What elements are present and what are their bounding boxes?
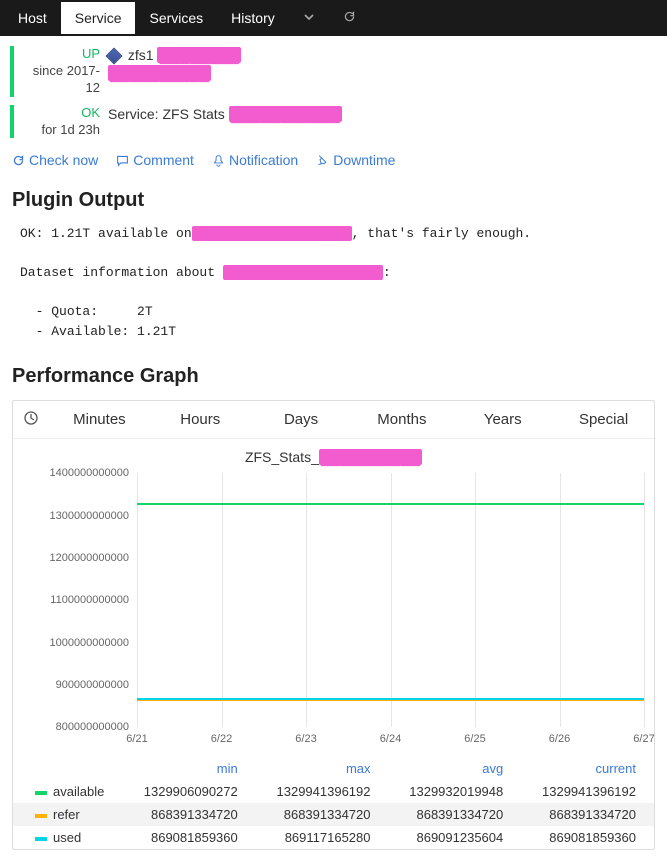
tab-services[interactable]: Services xyxy=(135,2,217,34)
range-years[interactable]: Years xyxy=(452,401,553,438)
y-axis: 8000000000009000000000001000000000000110… xyxy=(23,473,133,727)
col-current: current xyxy=(521,757,654,780)
x-tick-label: 6/27 xyxy=(633,733,654,745)
grid-line xyxy=(644,473,645,727)
series-name: used xyxy=(13,826,123,849)
y-tick-label: 1100000000000 xyxy=(50,594,129,606)
series-line-available xyxy=(137,503,644,505)
stat-value: 1329906090272 xyxy=(123,780,256,803)
graph-range-tabs: Minutes Hours Days Months Years Special xyxy=(13,401,654,439)
stat-value: 1329941396192 xyxy=(521,780,654,803)
chart-area: 800000000000 900000000000 1000000000000 110… xyxy=(23,473,644,753)
legend-swatch xyxy=(35,814,47,818)
service-duration: for 1d 23h xyxy=(22,122,100,139)
x-tick-label: 6/23 xyxy=(295,733,316,745)
chevron-down-icon[interactable] xyxy=(289,2,329,34)
redacted-text: ███████████ xyxy=(229,106,342,122)
performance-graph-heading: Performance Graph xyxy=(0,355,667,396)
col-min: min xyxy=(123,757,256,780)
tab-history[interactable]: History xyxy=(217,2,289,34)
y-tick-label: 1200000000000 xyxy=(49,552,129,564)
legend-swatch xyxy=(35,791,47,795)
col-avg: avg xyxy=(389,757,522,780)
grid-line xyxy=(560,473,561,727)
grid-line xyxy=(475,473,476,727)
range-minutes[interactable]: Minutes xyxy=(49,401,150,438)
stat-value: 868391334720 xyxy=(389,803,522,826)
y-tick-label: 1300000000000 xyxy=(49,510,129,522)
series-name: available xyxy=(13,780,123,803)
tab-host[interactable]: Host xyxy=(4,2,61,34)
notification-button[interactable]: Notification xyxy=(212,152,298,168)
clock-icon xyxy=(13,410,49,429)
y-tick-label: 1000000000000 xyxy=(49,637,129,649)
downtime-label: Downtime xyxy=(333,152,395,168)
status-indicator-bar xyxy=(10,105,14,139)
action-bar: Check now Comment Notification Downtime xyxy=(0,142,667,179)
service-state: OK xyxy=(22,105,100,122)
stat-value: 1329941396192 xyxy=(256,780,389,803)
table-row: refer86839133472086839133472086839133472… xyxy=(13,803,654,826)
range-days[interactable]: Days xyxy=(251,401,352,438)
stat-value: 869081859360 xyxy=(521,826,654,849)
service-status-row: OK for 1d 23h Service: ZFS Stats ███████… xyxy=(0,101,667,143)
col-max: max xyxy=(256,757,389,780)
host-status-row: UP since 2017-12 zfs1 ████████ █████████… xyxy=(0,42,667,101)
stats-table: min max avg current available13299060902… xyxy=(13,757,654,849)
x-tick-label: 6/22 xyxy=(211,733,232,745)
stat-value: 868391334720 xyxy=(123,803,256,826)
y-tick-label: 900000000000 xyxy=(56,679,129,691)
redacted-text: ████████ xyxy=(157,47,240,63)
series-line-used xyxy=(137,698,644,700)
top-nav: Host Service Services History xyxy=(0,0,667,36)
x-tick-label: 6/21 xyxy=(126,733,147,745)
y-tick-label: 800000000000 xyxy=(56,721,129,733)
status-block: UP since 2017-12 zfs1 ████████ █████████… xyxy=(0,36,667,142)
tab-service[interactable]: Service xyxy=(61,2,136,34)
stat-value: 1329932019948 xyxy=(389,780,522,803)
stat-value: 868391334720 xyxy=(256,803,389,826)
host-since: since 2017-12 xyxy=(22,63,100,97)
range-special[interactable]: Special xyxy=(553,401,654,438)
host-state: UP xyxy=(22,46,100,63)
host-name: zfs1 xyxy=(128,47,154,63)
grid-line xyxy=(306,473,307,727)
check-now-button[interactable]: Check now xyxy=(12,152,98,168)
stat-value: 868391334720 xyxy=(521,803,654,826)
downtime-button[interactable]: Downtime xyxy=(316,152,395,168)
x-tick-label: 6/24 xyxy=(380,733,401,745)
refresh-icon[interactable] xyxy=(329,2,370,34)
table-row: used869081859360869117165280869091235604… xyxy=(13,826,654,849)
comment-button[interactable]: Comment xyxy=(116,152,194,168)
y-tick-label: 1400000000000 xyxy=(49,467,129,479)
legend-swatch xyxy=(35,837,47,841)
stat-value: 869091235604 xyxy=(389,826,522,849)
grid-line xyxy=(391,473,392,727)
stat-value: 869081859360 xyxy=(123,826,256,849)
series-name: refer xyxy=(13,803,123,826)
x-tick-label: 6/25 xyxy=(464,733,485,745)
stat-value: 869117165280 xyxy=(256,826,389,849)
comment-label: Comment xyxy=(133,152,194,168)
plugin-output-heading: Plugin Output xyxy=(0,179,667,220)
graph-card: Minutes Hours Days Months Years Special … xyxy=(12,400,655,850)
redacted-text: ██████████ xyxy=(108,65,211,81)
service-label: Service: ZFS Stats xyxy=(108,106,225,122)
host-icon xyxy=(106,48,123,65)
range-hours[interactable]: Hours xyxy=(150,401,251,438)
check-now-label: Check now xyxy=(29,152,98,168)
status-indicator-bar xyxy=(10,46,14,97)
plugin-output-body: OK: 1.21T available on██████████████████… xyxy=(0,220,667,355)
x-axis: 6/216/226/236/246/256/266/27 xyxy=(137,731,644,753)
x-tick-label: 6/26 xyxy=(549,733,570,745)
grid-line xyxy=(222,473,223,727)
notification-label: Notification xyxy=(229,152,298,168)
range-months[interactable]: Months xyxy=(351,401,452,438)
grid-line xyxy=(137,473,138,727)
chart-title: ZFS_Stats_██████████ xyxy=(13,439,654,469)
table-row: available1329906090272132994139619213299… xyxy=(13,780,654,803)
plot-area xyxy=(137,473,644,727)
